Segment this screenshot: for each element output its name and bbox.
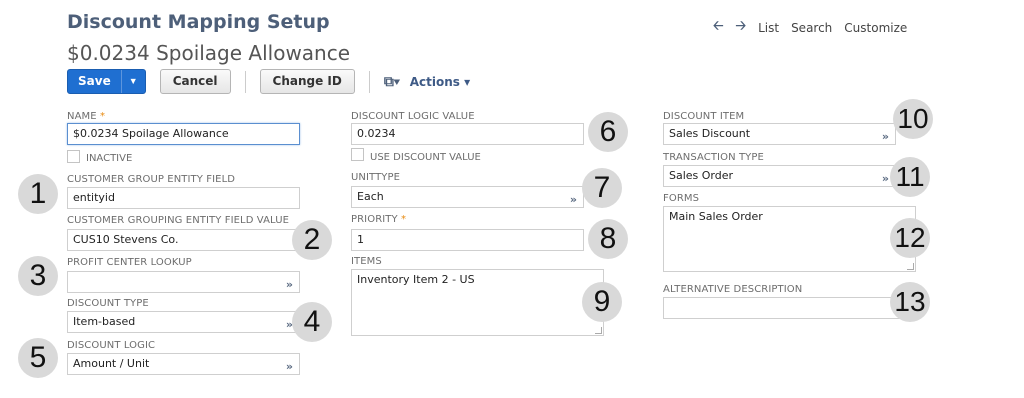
chevron-down-icon: »	[881, 172, 889, 185]
items-textarea[interactable]: Inventory Item 2 - US	[351, 269, 604, 336]
discount-item-label: DISCOUNT ITEM	[663, 111, 745, 122]
change-id-button[interactable]: Change ID	[259, 69, 355, 94]
left-arrow-icon[interactable]: 🡠	[713, 17, 724, 39]
chevron-down-icon: »	[569, 193, 577, 206]
customer-grouping-entity-field-value-label: CUSTOMER GROUPING ENTITY FIELD VALUE	[67, 215, 290, 226]
toolbar-divider	[368, 70, 370, 93]
profit-center-lookup-select[interactable]: »	[67, 271, 300, 293]
discount-item-select[interactable]: Sales Discount »	[663, 123, 896, 145]
forms-value: Main Sales Order	[669, 210, 763, 223]
callout-badge-11: 11	[890, 157, 930, 197]
callout-badge-4: 4	[292, 302, 332, 342]
discount-logic-value-field[interactable]: 0.0234	[351, 123, 584, 145]
items-value: Inventory Item 2 - US	[357, 273, 475, 286]
search-link[interactable]: Search	[791, 21, 832, 35]
new-record-icon[interactable]: ⧉▾	[384, 73, 400, 90]
record-title: $0.0234 Spoilage Allowance	[67, 41, 351, 65]
callout-badge-6: 6	[588, 112, 628, 152]
priority-label: PRIORITY *	[351, 214, 407, 225]
priority-field[interactable]: 1	[351, 229, 584, 251]
callout-badge-2: 2	[292, 220, 332, 260]
save-button-group: Save ▼	[67, 69, 146, 94]
discount-item-value: Sales Discount	[669, 127, 751, 140]
chevron-down-icon: »	[285, 278, 293, 291]
callout-badge-5: 5	[18, 338, 58, 378]
transaction-type-value: Sales Order	[669, 169, 734, 182]
name-label: NAME *	[67, 111, 106, 122]
discount-logic-select[interactable]: Amount / Unit »	[67, 353, 300, 375]
cancel-button[interactable]: Cancel	[159, 69, 231, 94]
discount-logic-label: DISCOUNT LOGIC	[67, 340, 156, 351]
use-discount-value-checkbox[interactable]	[351, 148, 364, 161]
unittype-label: UNITTYPE	[351, 172, 401, 183]
list-link[interactable]: List	[758, 21, 779, 35]
chevron-down-icon: »	[285, 360, 293, 373]
discount-type-value: Item-based	[73, 315, 136, 328]
unittype-select[interactable]: Each »	[351, 186, 584, 208]
chevron-down-icon: »	[881, 130, 889, 143]
customer-group-entity-field-label: CUSTOMER GROUP ENTITY FIELD	[67, 174, 236, 185]
resize-handle-icon[interactable]	[907, 263, 914, 270]
callout-badge-10: 10	[893, 99, 933, 139]
discount-type-select[interactable]: Item-based »	[67, 311, 300, 333]
transaction-type-label: TRANSACTION TYPE	[663, 152, 764, 163]
top-navigation: 🡠 🡢 List Search Customize	[713, 17, 907, 39]
customer-group-entity-field[interactable]: entityid	[67, 187, 300, 209]
transaction-type-select[interactable]: Sales Order »	[663, 165, 896, 187]
use-discount-value-label: USE DISCOUNT VALUE	[370, 152, 481, 163]
discount-logic-value-label: DISCOUNT LOGIC VALUE	[351, 111, 475, 122]
toolbar-divider	[244, 70, 246, 93]
save-dropdown-icon[interactable]: ▼	[120, 70, 145, 93]
items-label: ITEMS	[351, 256, 382, 267]
discount-type-label: DISCOUNT TYPE	[67, 298, 149, 309]
callout-badge-3: 3	[18, 256, 58, 296]
forms-textarea[interactable]: Main Sales Order	[663, 206, 916, 272]
alternative-description-label: ALTERNATIVE DESCRIPTION	[663, 284, 803, 295]
save-button[interactable]: Save	[68, 70, 121, 93]
profit-center-lookup-label: PROFIT CENTER LOOKUP	[67, 257, 192, 268]
callout-badge-9: 9	[582, 282, 622, 322]
callout-badge-13: 13	[890, 282, 930, 322]
callout-badge-12: 12	[890, 218, 930, 258]
discount-logic-value: Amount / Unit	[73, 357, 150, 370]
unittype-value: Each	[357, 190, 384, 203]
actions-label: Actions	[409, 74, 460, 89]
alternative-description-field[interactable]	[663, 297, 916, 319]
resize-handle-icon[interactable]	[595, 327, 602, 334]
toolbar: Save ▼ Cancel Change ID ⧉▾ Actions ▾	[67, 69, 470, 94]
inactive-label: INACTIVE	[86, 153, 133, 164]
inactive-checkbox[interactable]	[67, 150, 80, 163]
page-title: Discount Mapping Setup	[67, 11, 330, 33]
actions-menu[interactable]: Actions ▾	[410, 75, 470, 89]
customize-link[interactable]: Customize	[844, 21, 907, 35]
customer-grouping-entity-field-value[interactable]: CUS10 Stevens Co.	[67, 229, 300, 251]
forms-label: FORMS	[663, 193, 700, 204]
callout-badge-8: 8	[588, 219, 628, 259]
callout-badge-7: 7	[582, 168, 622, 208]
callout-badge-1: 1	[18, 174, 58, 214]
name-field[interactable]: $0.0234 Spoilage Allowance	[67, 123, 300, 145]
right-arrow-icon[interactable]: 🡢	[736, 17, 747, 39]
